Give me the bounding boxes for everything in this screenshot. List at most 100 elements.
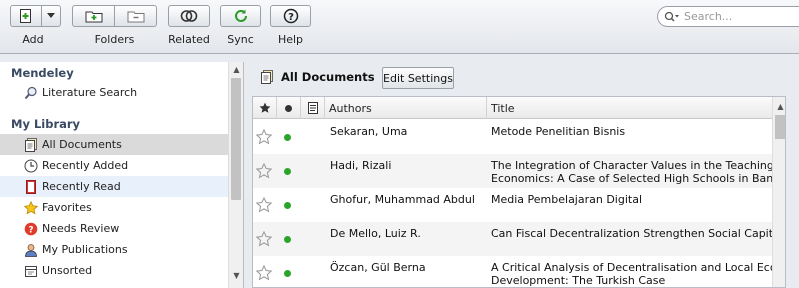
author-cell: Ghofur, Muhammad Abdul <box>330 193 475 206</box>
read-status-column-header[interactable] <box>277 97 301 119</box>
read-status-dot <box>284 202 291 209</box>
table-row[interactable]: De Mello, Luiz R. Can Fiscal Decentraliza… <box>253 222 772 256</box>
sidebar-item-label: My Publications <box>42 243 128 256</box>
sidebar-item-my-publications[interactable]: My Publications <box>0 239 228 260</box>
title-line: The Integration of Character Values in t… <box>491 159 772 172</box>
sidebar-item-all-documents[interactable]: All Documents <box>0 134 228 155</box>
table-row[interactable]: Hadi, Rizali The Integration of Character… <box>253 154 772 188</box>
related-icon <box>180 10 198 22</box>
table-scrollbar[interactable]: ▲ <box>772 97 785 287</box>
favorite-star-icon[interactable] <box>255 128 273 145</box>
title-line: Economics: A Case of Selected High Schoo… <box>491 172 772 185</box>
add-document-button[interactable] <box>11 6 41 26</box>
remove-folder-icon <box>127 11 144 23</box>
title-cell: Can Fiscal Decentralization Strengthen S… <box>491 227 772 240</box>
scroll-up-icon[interactable]: ▲ <box>232 65 241 74</box>
add-document-icon <box>20 9 32 23</box>
documents-table: Authors Title Sekaran, Uma Metode Penelit… <box>252 96 786 288</box>
documents-icon <box>24 137 38 152</box>
table-row[interactable]: Sekaran, Uma Metode Penelitian Bisnis <box>253 120 772 154</box>
table-row[interactable]: Ghofur, Muhammad Abdul Media Pembelajaran… <box>253 188 772 222</box>
sidebar-item-favorites[interactable]: Favorites <box>0 197 228 218</box>
related-label: Related <box>168 33 210 46</box>
title-line: Can Fiscal Decentralization Strengthen S… <box>491 227 772 240</box>
favorite-column-header[interactable] <box>253 97 277 119</box>
clock-icon <box>24 159 38 173</box>
table-header: Authors Title <box>253 97 785 119</box>
related-button[interactable] <box>168 5 210 27</box>
edit-settings-button[interactable]: Edit Settings <box>382 67 454 89</box>
sync-button[interactable] <box>220 5 261 27</box>
toolbar: Add Folders Related Sync ? Help Search..… <box>0 0 799 54</box>
page-title: All Documents <box>281 70 375 84</box>
sync-label: Sync <box>227 33 254 46</box>
sidebar-item-label: Literature Search <box>42 86 138 99</box>
chevron-down-icon <box>47 13 56 18</box>
title-line: Metode Penelitian Bisnis <box>491 125 626 138</box>
sidebar: Mendeley Literature Search My Library Al… <box>0 62 244 288</box>
author-cell: Özcan, Gül Berna <box>330 261 426 274</box>
scroll-down-icon[interactable]: ▼ <box>232 271 241 280</box>
file-column-header[interactable] <box>301 97 325 119</box>
folders-button-group[interactable] <box>72 5 157 27</box>
book-icon <box>24 179 38 194</box>
sidebar-item-recently-read[interactable]: Recently Read <box>0 176 228 197</box>
authors-column-header[interactable]: Authors <box>325 97 487 119</box>
main-panel: All Documents Edit Settings Authors Titl… <box>250 62 799 288</box>
sidebar-scroll-thumb[interactable] <box>231 78 241 200</box>
sidebar-item-unsorted[interactable]: Unsorted <box>0 260 228 281</box>
read-status-dot <box>284 236 291 243</box>
help-label: Help <box>277 33 304 46</box>
new-folder-icon <box>85 11 102 23</box>
search-icon <box>664 11 679 22</box>
help-button[interactable]: ? <box>270 5 311 27</box>
read-status-dot <box>284 168 291 175</box>
sidebar-item-literature-search[interactable]: Literature Search <box>0 82 228 103</box>
title-cell: The Integration of Character Values in t… <box>491 159 772 185</box>
help-icon: ? <box>283 8 298 24</box>
title-cell: Media Pembelajaran Digital <box>491 193 772 206</box>
magnifier-icon <box>24 86 38 100</box>
remove-folder-button[interactable] <box>114 6 156 26</box>
title-line: Development: The Turkish Case <box>491 274 666 287</box>
sidebar-item-label: All Documents <box>42 138 122 151</box>
table-scroll-thumb[interactable] <box>775 115 785 139</box>
search-input[interactable] <box>684 10 784 23</box>
sidebar-item-label: Needs Review <box>42 222 120 235</box>
title-line: A Critical Analysis of Decentralisation … <box>491 261 772 274</box>
star-icon <box>24 200 38 215</box>
add-label: Add <box>22 33 44 46</box>
title-cell: A Critical Analysis of Decentralisation … <box>491 261 772 287</box>
sidebar-item-label: Favorites <box>42 201 92 214</box>
my-library-heading: My Library <box>11 117 81 131</box>
document-icon <box>307 102 318 114</box>
favorite-star-icon[interactable] <box>255 162 273 179</box>
add-dropdown-button[interactable] <box>41 6 60 26</box>
favorite-star-icon[interactable] <box>255 196 273 213</box>
sidebar-item-label: Recently Added <box>42 159 129 172</box>
sidebar-item-recently-added[interactable]: Recently Added <box>0 155 228 176</box>
author-cell: Sekaran, Uma <box>330 125 408 138</box>
favorite-star-icon[interactable] <box>255 264 273 281</box>
mendeley-heading: Mendeley <box>11 66 74 80</box>
title-column-header[interactable]: Title <box>487 97 772 119</box>
sidebar-scrollbar[interactable]: ▲ ▼ <box>228 62 243 288</box>
title-line: Media Pembelajaran Digital <box>491 193 643 206</box>
add-button-group[interactable] <box>10 5 61 27</box>
sync-icon <box>234 9 247 22</box>
dot-icon <box>285 104 292 112</box>
unsorted-icon <box>24 264 38 278</box>
sidebar-item-needs-review[interactable]: ? Needs Review <box>0 218 228 239</box>
read-status-dot <box>284 134 291 141</box>
table-row[interactable]: Özcan, Gül Berna A Critical Analysis of D… <box>253 256 772 287</box>
documents-icon <box>260 70 274 87</box>
read-status-dot <box>284 270 291 277</box>
new-folder-button[interactable] <box>73 6 114 26</box>
scroll-up-icon[interactable]: ▲ <box>776 102 785 111</box>
svg-text:?: ? <box>28 225 33 235</box>
favorite-star-icon[interactable] <box>255 230 273 247</box>
svg-text:?: ? <box>288 12 294 23</box>
sidebar-item-label: Recently Read <box>42 180 121 193</box>
search-box[interactable] <box>657 6 799 27</box>
folders-label: Folders <box>94 33 135 46</box>
